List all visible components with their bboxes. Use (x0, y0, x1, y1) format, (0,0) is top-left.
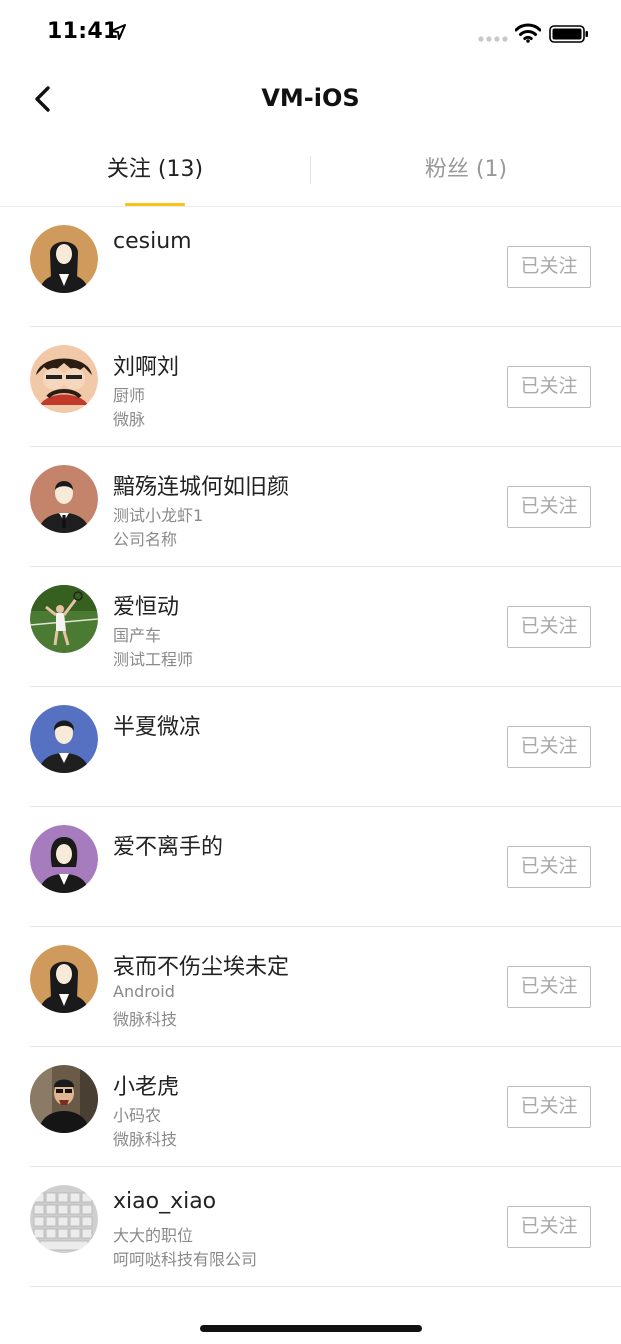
user-title: 大大的职位 (113, 1226, 194, 1245)
user-company: 微脉科技 (113, 1130, 178, 1149)
following-button[interactable]: 已关注 (507, 366, 591, 408)
female-avatar (30, 225, 98, 293)
user-name: 爱恒动 (113, 595, 180, 620)
list-item[interactable]: 哀而不伤尘埃未定 Android 微脉科技 已关注 (0, 927, 621, 1047)
tab-following[interactable]: 关注 (13) (0, 136, 310, 206)
user-title: 厨师 (113, 386, 146, 405)
following-button[interactable]: 已关注 (507, 966, 591, 1008)
user-title: Android (113, 982, 175, 1001)
keyboard-photo-avatar (30, 1185, 98, 1253)
following-button[interactable]: 已关注 (507, 726, 591, 768)
user-company: 测试工程师 (113, 650, 194, 669)
user-name: 刘啊刘 (113, 355, 180, 380)
list-item[interactable]: cesium 已关注 (0, 207, 621, 327)
following-button[interactable]: 已关注 (507, 606, 591, 648)
user-name: 小老虎 (113, 1075, 180, 1100)
status-time: 11:41 (47, 19, 119, 44)
location-arrow-icon (110, 24, 126, 40)
list-item[interactable]: 刘啊刘 厨师 微脉 已关注 (0, 327, 621, 447)
list-item[interactable]: 小老虎 小码农 微脉科技 已关注 (0, 1047, 621, 1167)
female-avatar (30, 825, 98, 893)
cartoon-photo-avatar (30, 345, 98, 413)
following-button[interactable]: 已关注 (507, 486, 591, 528)
male-avatar (30, 465, 98, 533)
user-company: 微脉 (113, 410, 146, 429)
female-avatar (30, 945, 98, 1013)
user-name: xiao_xiao (113, 1189, 217, 1214)
following-button[interactable]: 已关注 (507, 246, 591, 288)
wifi-icon (515, 23, 541, 43)
following-button[interactable]: 已关注 (507, 1086, 591, 1128)
list-item[interactable]: xiao_xiao 大大的职位 呵呵哒科技有限公司 已关注 (0, 1167, 621, 1287)
tennis-photo-avatar (30, 585, 98, 653)
following-button[interactable]: 已关注 (507, 1206, 591, 1248)
male-avatar (30, 705, 98, 773)
status-bar: 11:41 (0, 0, 621, 66)
page-title: VM-iOS (261, 84, 360, 112)
user-company: 呵呵哒科技有限公司 (113, 1250, 258, 1269)
row-divider (30, 1286, 621, 1287)
list-item[interactable]: 爱不离手的 已关注 (0, 807, 621, 927)
home-indicator (200, 1325, 422, 1332)
user-name: 爱不离手的 (113, 835, 224, 860)
user-name: 黯殇连城何如旧颜 (113, 475, 290, 500)
user-list: cesium 已关注 刘啊刘 厨师 微脉 已关注 黯殇连城何如旧颜 测试小龙虾1… (0, 207, 621, 1287)
list-item[interactable]: 半夏微凉 已关注 (0, 687, 621, 807)
user-name: 哀而不伤尘埃未定 (113, 955, 290, 980)
cellular-signal-icon (478, 36, 508, 42)
navigation-bar: VM-iOS (0, 66, 621, 132)
tab-bar: 关注 (13) 粉丝 (1) (0, 136, 621, 207)
person-photo-avatar (30, 1065, 98, 1133)
user-name: 半夏微凉 (113, 715, 202, 740)
following-button[interactable]: 已关注 (507, 846, 591, 888)
user-company: 公司名称 (113, 530, 178, 549)
active-tab-indicator (125, 203, 185, 206)
battery-icon (549, 25, 588, 43)
user-title: 小码农 (113, 1106, 162, 1125)
list-item[interactable]: 黯殇连城何如旧颜 测试小龙虾1 公司名称 已关注 (0, 447, 621, 567)
user-title: 国产车 (113, 626, 162, 645)
tab-fans[interactable]: 粉丝 (1) (311, 136, 621, 206)
list-item[interactable]: 爱恒动 国产车 测试工程师 已关注 (0, 567, 621, 687)
user-title: 测试小龙虾1 (113, 506, 204, 525)
user-company: 微脉科技 (113, 1010, 178, 1029)
user-name: cesium (113, 229, 192, 254)
